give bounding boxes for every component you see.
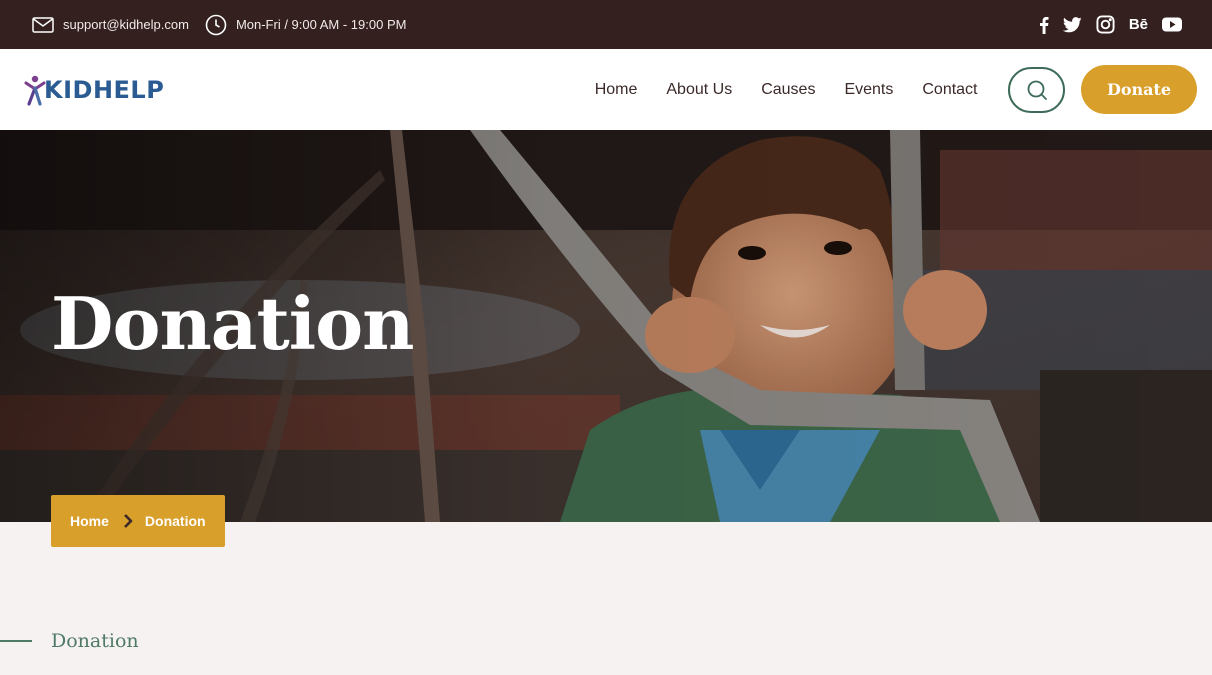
logo-figure-icon <box>24 75 46 106</box>
nav-home[interactable]: Home <box>595 81 638 99</box>
hours-info: Mon-Fri / 9:00 AM - 19:00 PM <box>205 14 407 36</box>
breadcrumb: Home Donation <box>51 495 225 547</box>
main-nav: Home About Us Causes Events Contact <box>580 81 992 99</box>
social-links: Bē <box>1039 15 1182 35</box>
nav-about-us[interactable]: About Us <box>666 81 732 99</box>
search-button[interactable] <box>1008 66 1065 113</box>
hero-banner: Donation <box>0 130 1212 522</box>
email-text[interactable]: support@kidhelp.com <box>63 17 189 32</box>
site-logo[interactable]: KIDHELP <box>24 70 164 110</box>
youtube-icon[interactable] <box>1162 15 1182 35</box>
twitter-icon[interactable] <box>1062 15 1082 35</box>
search-icon <box>1027 80 1047 100</box>
facebook-icon[interactable] <box>1039 15 1049 35</box>
envelope-icon <box>32 14 54 36</box>
logo-text: KIDHELP <box>44 75 165 104</box>
page-title: Donation <box>51 281 414 366</box>
breadcrumb-home[interactable]: Home <box>70 513 109 529</box>
main-header: KIDHELP Home About Us Causes Events Cont… <box>0 49 1212 130</box>
hours-text: Mon-Fri / 9:00 AM - 19:00 PM <box>235 17 407 32</box>
breadcrumb-current: Donation <box>144 513 206 529</box>
nav-causes[interactable]: Causes <box>761 81 815 99</box>
behance-icon[interactable]: Bē <box>1129 15 1148 35</box>
section-label-text: Donation <box>51 630 139 652</box>
donate-button[interactable]: Donate <box>1081 65 1197 114</box>
instagram-icon[interactable] <box>1096 15 1115 35</box>
section-divider <box>0 640 32 642</box>
top-bar: support@kidhelp.com Mon-Fri / 9:00 AM - … <box>0 0 1212 49</box>
section-label: Donation <box>0 630 139 652</box>
nav-contact[interactable]: Contact <box>922 81 977 99</box>
clock-icon <box>205 14 227 36</box>
nav-events[interactable]: Events <box>844 81 893 99</box>
email-info[interactable]: support@kidhelp.com <box>32 14 189 36</box>
chevron-right-icon <box>123 514 133 528</box>
